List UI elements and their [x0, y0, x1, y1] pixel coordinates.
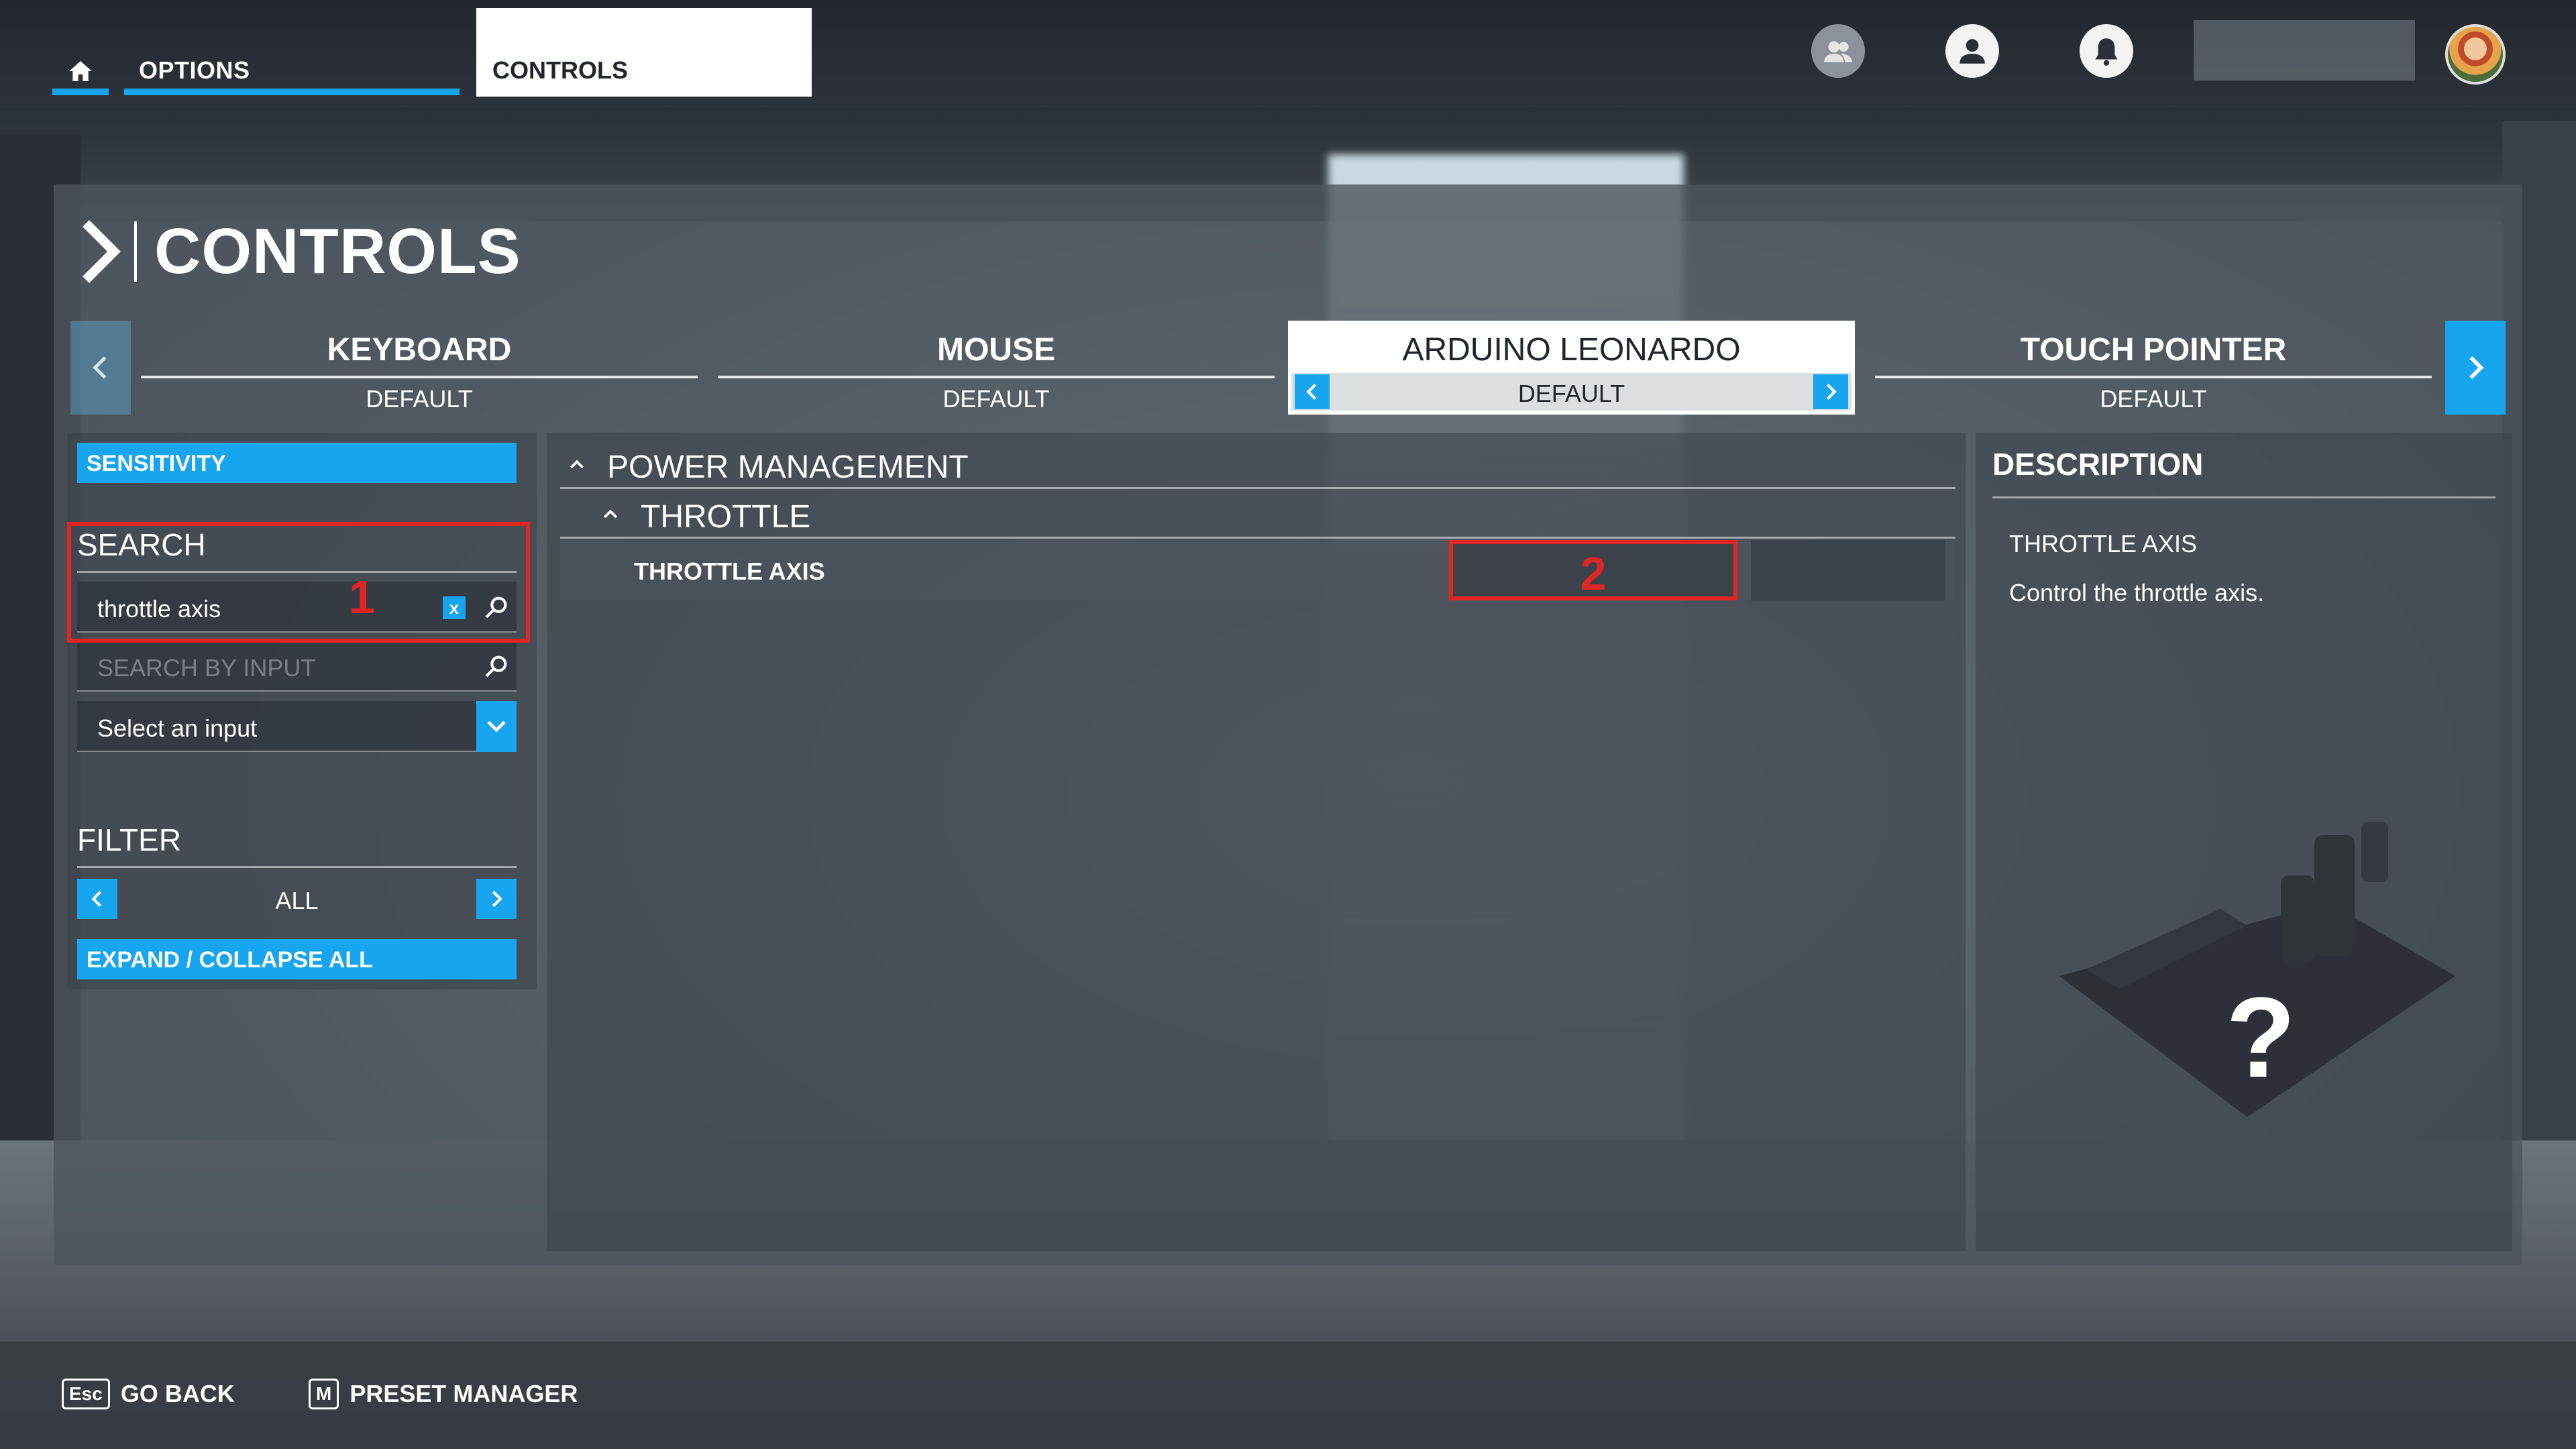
profile-button[interactable] [1945, 24, 1999, 78]
bell-icon [2095, 38, 2118, 66]
divider [560, 537, 1955, 539]
chevron-right-icon [492, 891, 502, 907]
group-throttle[interactable]: THROTTLE [560, 489, 1955, 539]
device-prev-button[interactable] [70, 321, 131, 415]
page-title: CONTROLS [154, 215, 521, 287]
profile-icon [1960, 39, 1985, 64]
filter-heading: FILTER [77, 822, 182, 857]
description-text: Control the throttle axis. [2009, 579, 2265, 606]
search-icon[interactable] [483, 653, 510, 680]
friends-icon [1824, 41, 1852, 62]
device-carousel: KEYBOARD DEFAULT MOUSE DEFAULT ARDUINO L… [70, 321, 2506, 415]
tab-controls[interactable]: CONTROLS [476, 8, 812, 97]
tab-options[interactable]: OPTIONS [124, 47, 460, 95]
left-sidebar: SENSITIVITY SEARCH throttle axis x SEARC… [67, 433, 537, 989]
preset-manager-label: PRESET MANAGER [350, 1380, 578, 1407]
sensitivity-label: SENSITIVITY [87, 451, 226, 476]
device-mouse[interactable]: MOUSE DEFAULT [718, 321, 1275, 415]
select-input-value: Select an input [97, 714, 258, 742]
m-key-icon: M [309, 1379, 339, 1409]
chevron-right-icon [2469, 356, 2484, 380]
home-button[interactable] [52, 47, 109, 95]
device-preset: DEFAULT [1517, 380, 1625, 407]
avatar[interactable] [2445, 24, 2506, 85]
search-by-input-field[interactable]: SEARCH BY INPUT [77, 641, 517, 692]
top-bar: OPTIONS CONTROLS [0, 0, 2576, 107]
home-underline [52, 89, 109, 95]
friends-button[interactable] [1811, 24, 1865, 78]
dropdown-toggle[interactable] [476, 701, 517, 752]
chevron-right-icon [83, 220, 121, 283]
divider [77, 866, 517, 868]
title-separator [134, 221, 137, 282]
device-next-button[interactable] [2445, 321, 2506, 415]
device-keyboard[interactable]: KEYBOARD DEFAULT [141, 321, 698, 415]
divider [1875, 376, 2432, 378]
description-panel: DESCRIPTION THROTTLE AXIS Control the th… [1976, 433, 2512, 1251]
unknown-symbol: ? [2226, 974, 2296, 1102]
throttle-quadrant-icon: ? [2059, 822, 2455, 1117]
subgroup-label: THROTTLE [641, 499, 811, 535]
binding-slot-primary[interactable]: 2 [1449, 540, 1737, 600]
go-back-button[interactable]: Esc GO BACK [62, 1379, 235, 1409]
chevron-up-icon [603, 509, 618, 519]
select-input-dropdown[interactable]: Select an input [77, 701, 517, 752]
panel-header: CONTROLS [80, 211, 521, 292]
tab-controls-label: CONTROLS [492, 56, 628, 84]
filter-value: ALL [275, 887, 319, 914]
chevron-down-icon [487, 720, 506, 733]
tab-options-label: OPTIONS [139, 56, 250, 84]
filter-next-button[interactable] [476, 879, 517, 919]
device-touch-pointer[interactable]: TOUCH POINTER DEFAULT [1875, 321, 2432, 415]
device-preset: DEFAULT [943, 385, 1050, 413]
bindings-list: POWER MANAGEMENT THROTTLE THROTTLE AXIS … [547, 433, 1966, 1251]
device-preset: DEFAULT [366, 385, 473, 413]
device-name: TOUCH POINTER [2020, 332, 2287, 368]
description-item-name: THROTTLE AXIS [2009, 530, 2198, 557]
expand-collapse-all-button[interactable]: EXPAND / COLLAPSE ALL [77, 939, 517, 979]
binding-slot-secondary[interactable] [1751, 540, 1945, 600]
device-name: MOUSE [936, 332, 1055, 368]
device-preset: DEFAULT [2100, 385, 2207, 413]
username-area [2194, 20, 2415, 80]
controls-panel: CONTROLS KEYBOARD DEFAULT MOUSE DEFAULT … [54, 184, 2522, 1265]
chevron-right-icon [1826, 384, 1837, 400]
search-by-input-placeholder: SEARCH BY INPUT [97, 654, 316, 682]
go-back-label: GO BACK [120, 1380, 235, 1407]
description-heading: DESCRIPTION [1992, 447, 2204, 482]
preset-next-button[interactable] [1813, 374, 1848, 409]
tab-options-underline [124, 89, 460, 95]
divider [1992, 496, 2496, 498]
device-arduino-leonardo[interactable]: ARDUINO LEONARDO DEFAULT [1288, 321, 1855, 415]
binding-label: THROTTLE AXIS [634, 557, 825, 585]
annotation-box-1 [67, 522, 530, 643]
annotation-label-1: 1 [349, 571, 375, 623]
device-name: KEYBOARD [327, 332, 512, 368]
expand-collapse-label: EXPAND / COLLAPSE ALL [87, 947, 373, 973]
esc-key-icon: Esc [62, 1379, 110, 1409]
bottom-bar: Esc GO BACK M PRESET MANAGER [0, 1342, 2576, 1449]
annotation-label-2: 2 [1580, 547, 1607, 600]
binding-row-throttle-axis[interactable]: THROTTLE AXIS 2 [560, 540, 1955, 600]
divider [718, 376, 1275, 378]
device-name: ARDUINO LEONARDO [1402, 332, 1741, 368]
chevron-left-icon [93, 356, 107, 379]
preset-manager-button[interactable]: M PRESET MANAGER [309, 1379, 578, 1409]
sensitivity-button[interactable]: SENSITIVITY [77, 443, 517, 483]
home-icon [69, 61, 92, 81]
notifications-button[interactable] [2080, 24, 2133, 78]
group-power-management[interactable]: POWER MANAGEMENT [560, 439, 1955, 489]
chevron-up-icon [570, 460, 584, 469]
divider [141, 376, 698, 378]
group-label: POWER MANAGEMENT [607, 449, 969, 485]
filter-selector: ALL [77, 879, 517, 919]
